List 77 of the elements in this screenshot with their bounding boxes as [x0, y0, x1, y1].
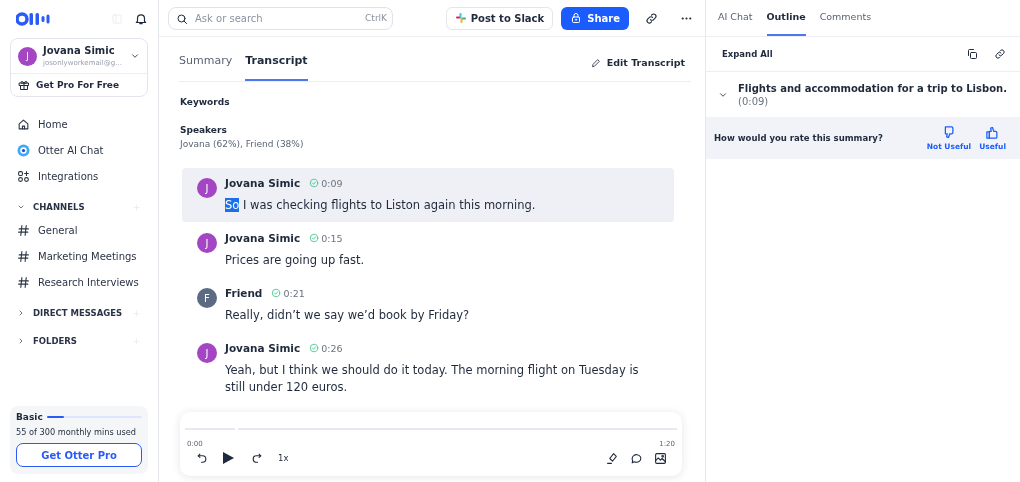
- shortcut-hint: CtrlK: [365, 12, 387, 23]
- edit-transcript-button[interactable]: Edit Transcript: [584, 56, 691, 81]
- channel-item[interactable]: Marketing Meetings: [10, 243, 148, 269]
- speaker-name: Jovana Simic: [225, 342, 301, 354]
- speaker-name: Jovana Simic: [225, 232, 301, 244]
- transcript-text: Yeah, but I think we should do it today. The morning flight on Tuesday is still under 120 euros.: [225, 362, 640, 396]
- image-icon[interactable]: [654, 451, 667, 465]
- chevron-down-icon[interactable]: [718, 90, 728, 100]
- check-icon: [309, 343, 320, 353]
- plan-name: Basic: [16, 412, 43, 422]
- section-header[interactable]: CHANNELS: [10, 197, 148, 217]
- hash-icon: [17, 223, 30, 237]
- link-icon[interactable]: [645, 11, 658, 25]
- nav-item[interactable]: Home: [10, 111, 148, 137]
- speaker-name: Friend: [225, 287, 263, 299]
- check-icon: [309, 233, 320, 243]
- avatar: J: [197, 343, 217, 363]
- lock-icon: [570, 12, 583, 24]
- speaker-name: Jovana Simic: [225, 177, 301, 189]
- search-icon: [176, 12, 188, 25]
- timestamp[interactable]: 0:21: [271, 287, 305, 299]
- tab[interactable]: Outline: [766, 11, 806, 36]
- outline-title[interactable]: Flights and accommodation for a trip to Lisbon.: [738, 82, 1007, 96]
- transcript-text: Prices are going up fast.: [225, 252, 365, 269]
- transcript-text: Really, didn’t we say we’d book by Friday?: [225, 307, 470, 324]
- chevron-down-icon[interactable]: [130, 51, 140, 61]
- link-icon[interactable]: [994, 48, 1006, 60]
- channel-item[interactable]: General: [10, 217, 148, 243]
- highlighter-icon[interactable]: [606, 451, 619, 465]
- outline-time[interactable]: (0:09): [738, 96, 1007, 107]
- thumbs-up-icon: [985, 125, 1001, 140]
- avatar: F: [197, 288, 217, 308]
- avatar: J: [197, 178, 217, 198]
- skip-forward-icon[interactable]: [251, 451, 264, 465]
- skip-back-icon[interactable]: [195, 451, 208, 465]
- check-icon: [271, 288, 282, 298]
- promo-link[interactable]: Get Pro For Free: [36, 80, 120, 90]
- play-icon[interactable]: [222, 451, 235, 465]
- hash-icon: [17, 275, 30, 289]
- pencil-icon: [590, 57, 601, 68]
- avatar: J: [197, 233, 217, 253]
- speakers-text: Jovana (62%), Friend (38%): [180, 139, 305, 149]
- upgrade-button[interactable]: Get Otter Pro: [16, 443, 142, 467]
- slack-icon: [454, 12, 467, 24]
- timestamp[interactable]: 0:15: [309, 232, 343, 244]
- user-name: Jovana Simic: [43, 45, 116, 56]
- comment-icon[interactable]: [630, 451, 643, 465]
- copy-icon[interactable]: [966, 48, 978, 60]
- transcript-text: So I was checking flights to Liston again this morning.: [225, 197, 536, 214]
- hash-icon: [17, 249, 30, 263]
- share-button[interactable]: Share: [561, 6, 629, 30]
- rating-question: How would you rate this summary?: [714, 133, 883, 143]
- keywords-heading: Keywords: [180, 97, 231, 107]
- expand-all-button[interactable]: Expand All: [722, 49, 773, 59]
- speakers-heading: Speakers: [180, 125, 228, 135]
- check-icon: [309, 178, 320, 188]
- chat-bot-icon: [17, 143, 30, 157]
- channel-item[interactable]: Research Interviews: [10, 269, 148, 295]
- section-header[interactable]: FOLDERS: [10, 331, 148, 351]
- logo-icon[interactable]: [16, 11, 50, 26]
- bell-icon[interactable]: [134, 11, 148, 26]
- section-header[interactable]: DIRECT MESSAGES: [10, 303, 148, 323]
- apps-icon: [17, 169, 30, 183]
- nav-item[interactable]: Otter AI Chat: [10, 137, 148, 163]
- tab[interactable]: AI Chat: [718, 11, 753, 36]
- avatar: J: [18, 46, 37, 66]
- nav-item[interactable]: Integrations: [10, 163, 148, 189]
- home-icon: [17, 117, 30, 131]
- tab[interactable]: Summary: [179, 54, 233, 81]
- timestamp[interactable]: 0:09: [309, 177, 343, 189]
- timestamp[interactable]: 0:26: [309, 342, 343, 354]
- gift-icon: [18, 79, 30, 91]
- speed-button[interactable]: 1x: [278, 453, 289, 463]
- post-to-slack-button[interactable]: Post to Slack: [445, 6, 554, 30]
- usage-text: 55 of 300 monthly mins used: [16, 427, 137, 437]
- tab[interactable]: Transcript: [245, 54, 308, 81]
- tab[interactable]: Comments: [819, 11, 872, 36]
